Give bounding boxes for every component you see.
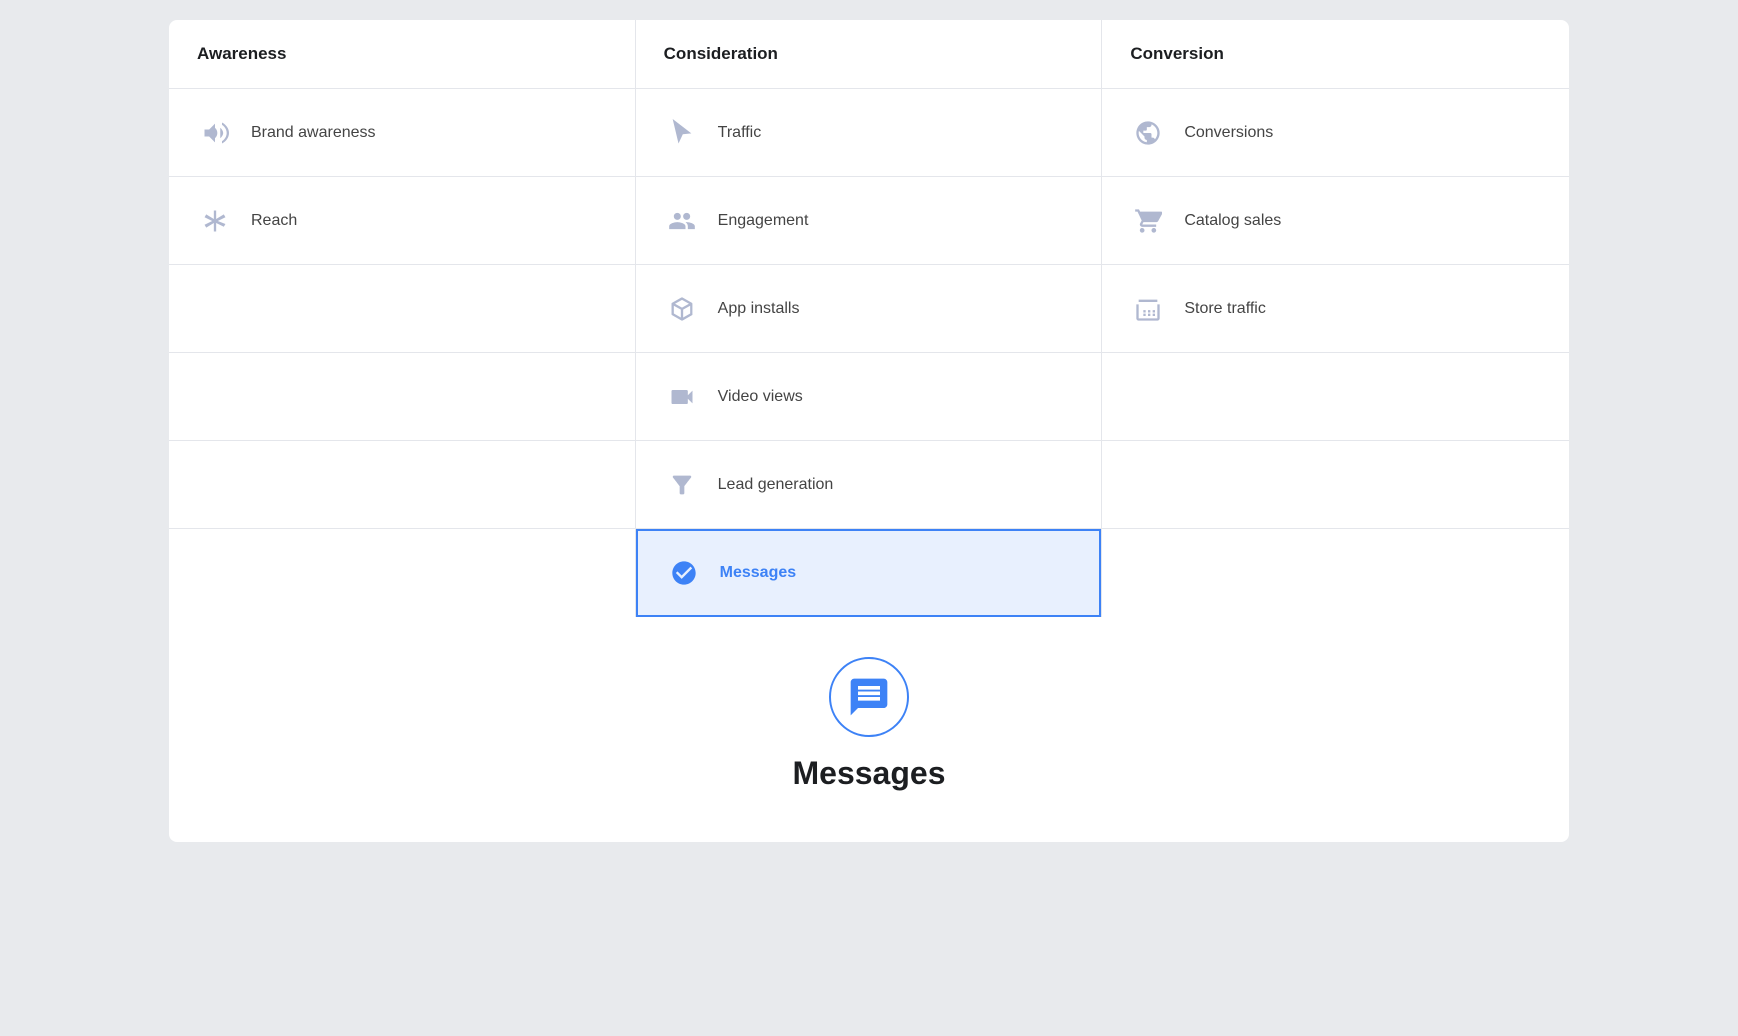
megaphone-icon	[197, 115, 233, 151]
conversion-empty-3	[1102, 529, 1569, 617]
selected-objective-display: Messages	[169, 617, 1569, 842]
cube-icon	[664, 291, 700, 327]
traffic-label: Traffic	[718, 124, 762, 142]
conversion-header: Conversion	[1102, 20, 1569, 88]
selected-objective-title: Messages	[793, 755, 946, 792]
awareness-empty-4	[169, 529, 635, 617]
messages-big-icon	[847, 675, 891, 719]
globe-icon	[1130, 115, 1166, 151]
cursor-icon	[664, 115, 700, 151]
awareness-empty-3	[169, 441, 635, 529]
conversion-empty-1	[1102, 353, 1569, 441]
people-icon	[664, 203, 700, 239]
awareness-empty-2	[169, 353, 635, 441]
selected-icon-circle	[829, 657, 909, 737]
asterisk-icon	[197, 203, 233, 239]
column-headers: Awareness Consideration Conversion	[169, 20, 1569, 89]
conversions-label: Conversions	[1184, 124, 1273, 142]
conversion-empty-2	[1102, 441, 1569, 529]
brand-awareness-label: Brand awareness	[251, 124, 376, 142]
app-installs-label: App installs	[718, 300, 800, 318]
awareness-header: Awareness	[169, 20, 636, 88]
consideration-header: Consideration	[636, 20, 1103, 88]
engagement-item[interactable]: Engagement	[636, 177, 1102, 265]
lead-generation-label: Lead generation	[718, 476, 834, 494]
awareness-empty-1	[169, 265, 635, 353]
catalog-sales-item[interactable]: Catalog sales	[1102, 177, 1569, 265]
reach-item[interactable]: Reach	[169, 177, 635, 265]
traffic-item[interactable]: Traffic	[636, 89, 1102, 177]
video-icon	[664, 379, 700, 415]
consideration-column: Traffic Engagement App installs	[636, 89, 1103, 617]
lead-generation-item[interactable]: Lead generation	[636, 441, 1102, 529]
cart-icon	[1130, 203, 1166, 239]
messages-label: Messages	[720, 564, 797, 582]
check-circle-icon	[666, 555, 702, 591]
conversion-column: Conversions Catalog sales Store tr	[1102, 89, 1569, 617]
store-traffic-label: Store traffic	[1184, 300, 1266, 318]
video-views-label: Video views	[718, 388, 803, 406]
store-traffic-item[interactable]: Store traffic	[1102, 265, 1569, 353]
campaign-objective-panel: Awareness Consideration Conversion Brand…	[169, 20, 1569, 842]
brand-awareness-item[interactable]: Brand awareness	[169, 89, 635, 177]
messages-item[interactable]: Messages	[636, 529, 1102, 617]
conversions-item[interactable]: Conversions	[1102, 89, 1569, 177]
filter-icon	[664, 467, 700, 503]
catalog-sales-label: Catalog sales	[1184, 212, 1281, 230]
store-icon	[1130, 291, 1166, 327]
awareness-column: Brand awareness Reach	[169, 89, 636, 617]
reach-label: Reach	[251, 212, 297, 230]
app-installs-item[interactable]: App installs	[636, 265, 1102, 353]
video-views-item[interactable]: Video views	[636, 353, 1102, 441]
engagement-label: Engagement	[718, 212, 809, 230]
objective-grid: Brand awareness Reach	[169, 89, 1569, 617]
